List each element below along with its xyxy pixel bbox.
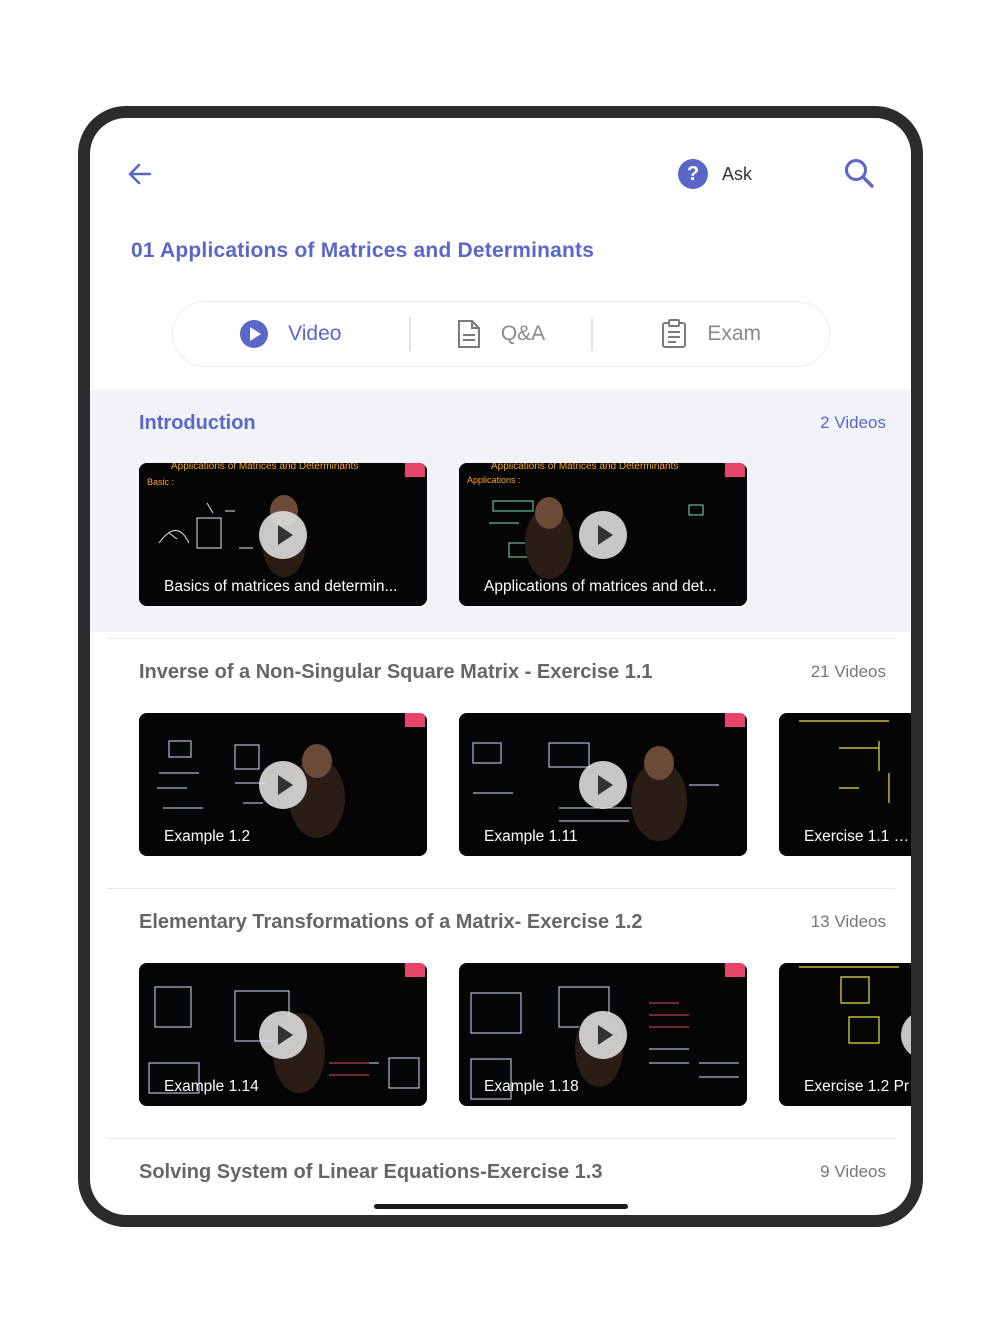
tab-bar: Video Q&A Exam xyxy=(172,301,830,367)
play-circle-icon xyxy=(240,320,269,348)
section-video-count: 13 Videos xyxy=(810,912,886,931)
video-card[interactable]: Example 1.2 xyxy=(139,713,427,856)
section-divider xyxy=(107,1138,895,1139)
play-icon[interactable] xyxy=(579,1011,627,1059)
section-video-count: 9 Videos xyxy=(820,1162,886,1181)
section-title[interactable]: Introduction xyxy=(139,412,256,435)
video-card[interactable]: Example 1.18 xyxy=(459,963,747,1106)
video-title: Example 1.14 xyxy=(164,1078,259,1095)
tab-exam-label: Exam xyxy=(707,322,762,345)
tab-qa[interactable]: Q&A xyxy=(411,302,592,366)
play-icon[interactable] xyxy=(579,761,627,809)
svg-text:Applications :: Applications : xyxy=(467,475,521,485)
tablet-frame: ? Ask 01 Applications of Matrices and De… xyxy=(78,106,923,1227)
ask-button[interactable]: ? Ask xyxy=(678,156,752,192)
tab-exam[interactable]: Exam xyxy=(593,302,829,366)
video-title: Example 1.2 xyxy=(164,828,251,845)
tab-qa-label: Q&A xyxy=(500,322,546,345)
video-card[interactable]: Example 1.11 xyxy=(459,713,747,856)
tab-video-label: Video xyxy=(288,322,342,345)
home-indicator[interactable] xyxy=(374,1204,628,1209)
ask-label: Ask xyxy=(722,163,753,184)
arrow-left-icon xyxy=(128,163,152,185)
tab-video[interactable]: Video xyxy=(173,302,409,366)
video-card[interactable]: Applications of Matrices and Determinant… xyxy=(459,463,747,606)
video-card[interactable]: Example 1.14 xyxy=(139,963,427,1106)
section-title[interactable]: Elementary Transformations of a Matrix- … xyxy=(139,911,643,934)
video-card[interactable]: Exercise 1.1 Pro xyxy=(779,713,911,856)
section-divider xyxy=(107,638,895,639)
svg-text:Basic :: Basic : xyxy=(147,477,174,487)
back-button[interactable] xyxy=(124,158,156,190)
video-title: Example 1.11 xyxy=(484,828,578,845)
document-icon xyxy=(457,320,480,348)
section-video-count: 21 Videos xyxy=(810,662,886,681)
svg-text:Applications of Matrices and D: Applications of Matrices and Determinant… xyxy=(171,463,358,472)
video-title: Applications of matrices and det... xyxy=(484,578,717,595)
section-video-count: 2 Videos xyxy=(820,413,886,432)
video-title: Exercise 1.2 Pr xyxy=(804,1078,910,1095)
app-screen: ? Ask 01 Applications of Matrices and De… xyxy=(90,118,911,1215)
video-title: Basics of matrices and determin... xyxy=(164,578,398,595)
section-title[interactable]: Solving System of Linear Equations-Exerc… xyxy=(139,1161,603,1184)
clipboard-icon xyxy=(662,319,687,348)
section-divider xyxy=(107,888,895,889)
video-title: Example 1.18 xyxy=(484,1078,579,1095)
question-circle-icon: ? xyxy=(678,159,708,189)
page-title: 01 Applications of Matrices and Determin… xyxy=(131,239,595,262)
svg-text:Applications of Matrices and D: Applications of Matrices and Determinant… xyxy=(491,463,678,472)
video-card[interactable]: Applications of Matrices and Determinant… xyxy=(139,463,427,606)
video-title: Exercise 1.1 Pro xyxy=(804,828,911,845)
play-icon[interactable] xyxy=(259,511,307,559)
section-title[interactable]: Inverse of a Non-Singular Square Matrix … xyxy=(139,661,653,684)
video-card[interactable]: Exercise 1.2 Pr xyxy=(779,963,911,1106)
play-icon[interactable] xyxy=(579,511,627,559)
play-icon[interactable] xyxy=(259,1011,307,1059)
search-icon xyxy=(845,159,874,188)
play-icon[interactable] xyxy=(259,761,307,809)
search-button[interactable] xyxy=(842,156,876,190)
